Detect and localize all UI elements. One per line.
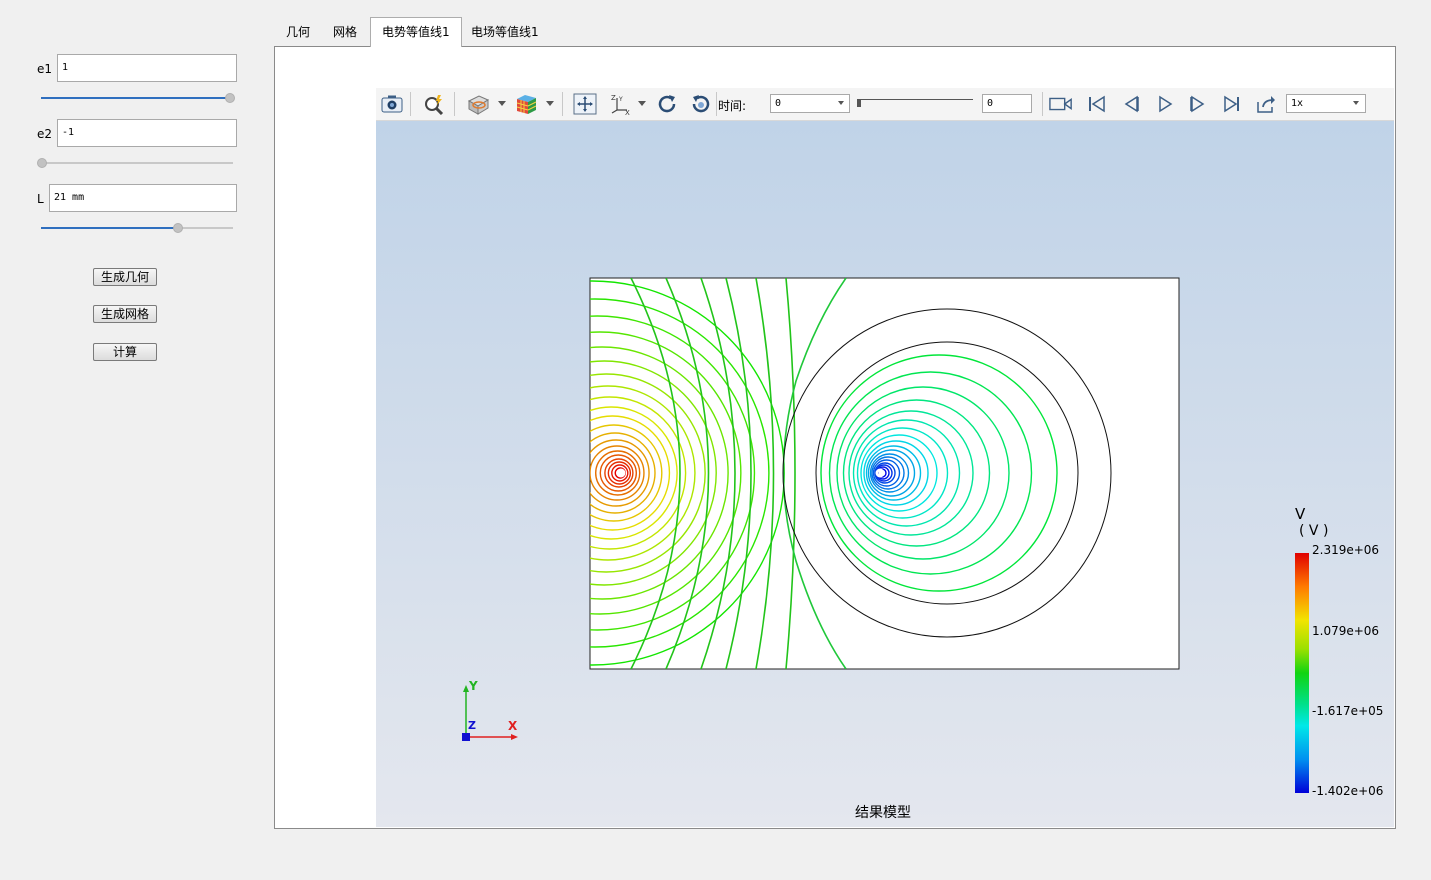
frame-spinbox[interactable]: 0 [982, 94, 1032, 113]
camera-icon[interactable] [380, 92, 404, 116]
legend-tick-max: 2.319e+06 [1312, 543, 1380, 557]
l-input[interactable]: 21 mm [49, 184, 237, 212]
compute-button[interactable]: 计算 [93, 343, 157, 361]
step-back-icon[interactable] [1119, 92, 1143, 116]
view-toolbar: ZYX 时间: 0 0 1x [376, 88, 1394, 121]
legend-unit: ( V ) [1299, 523, 1329, 539]
chevron-down-icon [1353, 101, 1359, 105]
play-icon[interactable] [1153, 92, 1177, 116]
legend-colorbar [1295, 553, 1309, 793]
rotate-icon[interactable] [655, 92, 679, 116]
color-cube-icon[interactable] [514, 92, 538, 116]
reset-view-icon[interactable] [689, 92, 713, 116]
chevron-down-icon [838, 101, 844, 105]
domain-rect [589, 277, 1180, 670]
tab-field-contours[interactable]: 电场等值线1 [460, 18, 550, 46]
record-icon[interactable] [1049, 92, 1073, 116]
time-label: 时间: [718, 99, 747, 113]
e1-label: e1 [37, 62, 53, 76]
tab-mesh[interactable]: 网格 [322, 18, 368, 46]
axes-icon[interactable]: ZYX [609, 92, 633, 116]
y-axis-label: Y [469, 679, 478, 693]
z-axis-label: Z [468, 719, 476, 732]
x-axis-label: X [508, 719, 518, 733]
legend-title: V [1295, 505, 1306, 523]
fit-view-icon[interactable] [573, 92, 597, 116]
legend-tick-min: -1.402e+06 [1312, 784, 1384, 798]
svg-text:Y: Y [618, 96, 623, 103]
export-icon[interactable] [1254, 92, 1278, 116]
contour-plot [589, 277, 1180, 670]
e1-input[interactable]: 1 [57, 54, 237, 82]
clip-plane-icon[interactable] [466, 92, 490, 116]
svg-text:Z: Z [611, 94, 616, 102]
e2-input[interactable]: -1 [57, 119, 237, 147]
legend-tick-lower: -1.617e+05 [1312, 704, 1384, 718]
zoom-icon[interactable] [422, 92, 446, 116]
generate-mesh-button[interactable]: 生成网格 [93, 305, 157, 323]
tab-potential-contours[interactable]: 电势等值线1 [370, 17, 462, 47]
l-label: L [37, 192, 44, 206]
svg-text:X: X [625, 109, 630, 116]
tab-geometry[interactable]: 几何 [275, 18, 321, 46]
e2-label: e2 [37, 127, 53, 141]
first-frame-icon[interactable] [1085, 92, 1109, 116]
step-forward-icon[interactable] [1186, 92, 1210, 116]
generate-geometry-button[interactable]: 生成几何 [93, 268, 157, 286]
legend-tick-upper: 1.079e+06 [1312, 624, 1380, 638]
last-frame-icon[interactable] [1220, 92, 1244, 116]
viewport-title: 结果模型 [855, 805, 911, 821]
result-viewport[interactable]: Y X Z V ( V ) 2.319e+06 1.079e+06 -1.617… [376, 121, 1394, 827]
